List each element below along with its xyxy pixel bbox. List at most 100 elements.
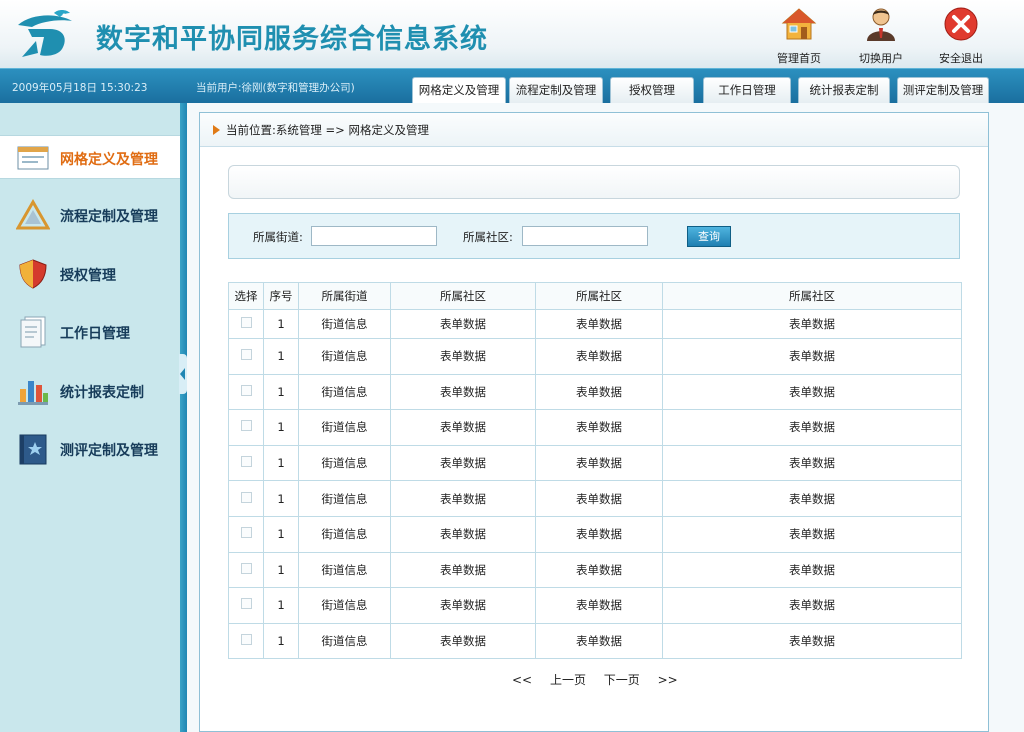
sidebar-item-report[interactable]: 统计报表定制: [0, 369, 180, 413]
shield-icon: [19, 259, 47, 289]
row-checkbox[interactable]: [240, 527, 252, 539]
logout-label: 安全退出: [939, 52, 983, 65]
home-button[interactable]: 管理首页: [764, 6, 834, 65]
cell-community: 表单数据: [662, 551, 962, 589]
row-checkbox[interactable]: [240, 634, 252, 646]
cell-street: 街道信息: [298, 444, 391, 482]
sidebar-item-authorization[interactable]: 授权管理: [0, 252, 180, 296]
cell-community-link[interactable]: 表单数据: [535, 309, 663, 339]
sidebar-item-workday[interactable]: 工作日管理: [0, 310, 180, 354]
tab-report[interactable]: 统计报表定制: [798, 77, 890, 103]
cell-community: 表单数据: [390, 444, 536, 482]
cell-no: 1: [263, 515, 299, 553]
sidebar-divider: [180, 103, 187, 732]
sidebar-item-workflow[interactable]: 流程定制及管理: [0, 193, 180, 237]
tab-workday[interactable]: 工作日管理: [703, 77, 791, 103]
prev-page-button[interactable]: 上一页: [550, 673, 586, 687]
cell-community: 表单数据: [662, 587, 962, 624]
cell-street: 街道信息: [298, 587, 391, 624]
community-input[interactable]: [522, 226, 648, 246]
col-header-select: 选择: [228, 282, 264, 310]
tab-grid-management[interactable]: 网格定义及管理: [412, 77, 506, 103]
cell-community: 表单数据: [390, 587, 536, 624]
cell-no: 1: [263, 409, 299, 446]
cell-community: 表单数据: [662, 409, 962, 446]
cell-no: 1: [263, 444, 299, 482]
sidebar-item-label: 授权管理: [60, 268, 116, 284]
cell-community: 表单数据: [662, 444, 962, 482]
breadcrumb-bar: 当前位置:系统管理 => 网格定义及管理: [200, 113, 988, 147]
cell-street: 街道信息: [298, 480, 391, 517]
sidebar: 网格定义及管理 流程定制及管理 授权管理 工作日管理 统计报表定制 测评定制及管…: [0, 103, 180, 732]
sidebar-item-evaluation[interactable]: 测评定制及管理: [0, 427, 180, 471]
street-input[interactable]: [311, 226, 437, 246]
query-button[interactable]: 查询: [687, 226, 731, 247]
cell-community: 表单数据: [535, 338, 663, 375]
user-icon: [867, 8, 895, 41]
cell-street: 街道信息: [298, 373, 391, 411]
community-label: 所属社区:: [463, 230, 513, 244]
cell-street-link[interactable]: 街道信息: [298, 309, 391, 339]
row-checkbox[interactable]: [240, 562, 252, 574]
cell-community: 表单数据: [535, 409, 663, 446]
table-row: 1 街道信息 表单数据 表单数据 表单数据: [228, 587, 962, 624]
logout-button[interactable]: 安全退出: [926, 6, 996, 65]
data-table: 选择 序号 所属街道 所属社区 所属社区 所属社区 1 街道信息 表单数据 表单…: [228, 282, 962, 660]
first-page-button[interactable]: <<: [512, 673, 532, 687]
exit-icon: [944, 7, 978, 41]
row-checkbox[interactable]: [240, 384, 252, 396]
row-checkbox[interactable]: [240, 491, 252, 503]
last-page-button[interactable]: >>: [658, 673, 678, 687]
row-checkbox[interactable]: [240, 598, 252, 610]
col-header-street: 所属街道: [298, 282, 391, 310]
cell-street: 街道信息: [298, 622, 391, 660]
cell-community: 表单数据: [535, 587, 663, 624]
col-header-community: 所属社区: [662, 282, 962, 310]
cell-community: 表单数据: [535, 373, 663, 411]
row-checkbox[interactable]: [240, 456, 252, 468]
tab-evaluation[interactable]: 测评定制及管理: [897, 77, 989, 103]
tab-workflow[interactable]: 流程定制及管理: [509, 77, 603, 103]
switch-user-button[interactable]: 切换用户: [846, 6, 916, 65]
next-page-button[interactable]: 下一页: [604, 673, 640, 687]
col-header-community: 所属社区: [390, 282, 536, 310]
table-row: 1 街道信息 表单数据 表单数据 表单数据: [228, 338, 962, 375]
search-form: 所属街道: 所属社区: 查询: [228, 213, 960, 259]
cell-street: 街道信息: [298, 338, 391, 375]
cell-street: 街道信息: [298, 551, 391, 589]
tab-authorization[interactable]: 授权管理: [610, 77, 694, 103]
content-panel: 当前位置:系统管理 => 网格定义及管理 所属街道: 所属社区: 查询 选择 序…: [199, 112, 989, 732]
logo-icon: [18, 10, 72, 57]
table-row: 1 街道信息 表单数据 表单数据 表单数据: [228, 480, 962, 517]
cell-no: 1: [263, 309, 299, 339]
row-checkbox[interactable]: [240, 420, 252, 432]
cell-community: 表单数据: [390, 551, 536, 589]
cell-community-link[interactable]: 表单数据: [390, 309, 536, 339]
table-header-row: 选择 序号 所属街道 所属社区 所属社区 所属社区: [228, 282, 962, 310]
switch-user-label: 切换用户: [859, 52, 903, 65]
cell-community: 表单数据: [535, 515, 663, 553]
cell-community: 表单数据: [390, 373, 536, 411]
sidebar-item-grid[interactable]: 网格定义及管理: [0, 135, 180, 179]
cell-community: 表单数据: [662, 622, 962, 660]
cell-no: 1: [263, 338, 299, 375]
table-row: 1 街道信息 表单数据 表单数据 表单数据: [228, 444, 962, 482]
cell-community: 表单数据: [390, 622, 536, 660]
street-label: 所属街道:: [253, 230, 303, 244]
cell-community: 表单数据: [662, 515, 962, 553]
cell-community-link[interactable]: 表单数据: [662, 309, 962, 339]
app-title: 数字和平协同服务综合信息系统: [96, 24, 488, 55]
sidebar-collapse-toggle[interactable]: [179, 354, 187, 394]
row-checkbox[interactable]: [240, 317, 252, 328]
table-row: 1 街道信息 表单数据 表单数据 表单数据: [228, 373, 962, 411]
breadcrumb-arrow-icon: [213, 125, 220, 135]
sidebar-item-label: 工作日管理: [60, 326, 130, 342]
cell-no: 1: [263, 622, 299, 660]
row-checkbox[interactable]: [240, 349, 252, 361]
cell-community: 表单数据: [535, 622, 663, 660]
breadcrumb: 当前位置:系统管理 => 网格定义及管理: [226, 123, 429, 137]
col-header-community: 所属社区: [535, 282, 663, 310]
cell-no: 1: [263, 373, 299, 411]
sidebar-item-label: 网格定义及管理: [60, 152, 158, 168]
cell-community: 表单数据: [662, 480, 962, 517]
